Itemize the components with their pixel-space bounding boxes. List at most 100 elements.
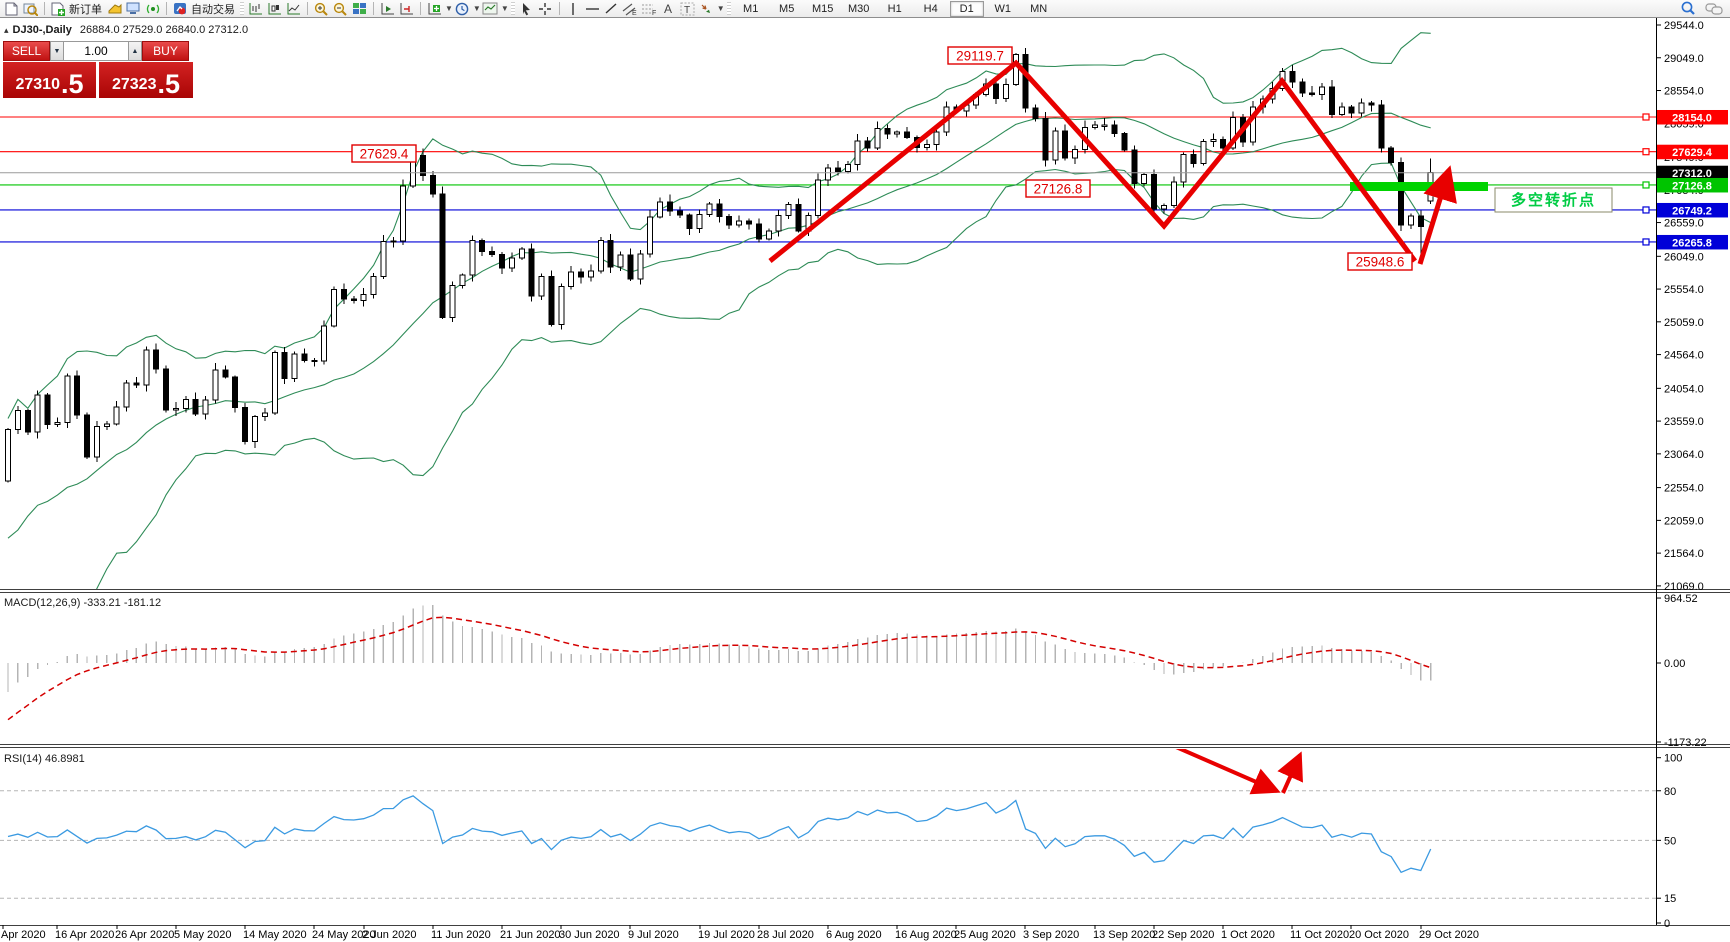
svg-text:26265.8: 26265.8: [1672, 237, 1712, 249]
tile-windows-icon[interactable]: [351, 1, 368, 17]
rsi-trend-arrow-0[interactable]: [1153, 737, 1277, 791]
svg-text:100: 100: [1664, 753, 1682, 765]
one-click-trading-panel: SELL ▼ ▲ BUY 27310.5 27323.5: [3, 41, 193, 98]
volume-increase-button[interactable]: ▲: [128, 41, 142, 61]
svg-text:26049.0: 26049.0: [1664, 251, 1704, 263]
svg-text:22 Sep 2020: 22 Sep 2020: [1152, 929, 1214, 941]
svg-text:27126.8: 27126.8: [1672, 180, 1712, 192]
templates-dropdown-icon[interactable]: [482, 1, 499, 17]
svg-text:26559.0: 26559.0: [1664, 218, 1704, 230]
timeframe-button-M1[interactable]: M1: [734, 1, 768, 17]
chart-surface[interactable]: 29119.727629.427126.825948.6多空转折点29544.0…: [0, 18, 1730, 942]
indicators-dropdown-icon[interactable]: [426, 1, 443, 17]
text-label-icon[interactable]: T: [679, 1, 696, 17]
periods-dropdown-icon[interactable]: [454, 1, 471, 17]
timeframe-button-H1[interactable]: H1: [878, 1, 912, 17]
chart-title: ▴DJ30-,Daily26884.0 27529.0 26840.0 2731…: [4, 24, 248, 36]
autotrading-icon[interactable]: [172, 1, 189, 17]
timeframe-button-M5[interactable]: M5: [770, 1, 804, 17]
terminal-icon[interactable]: [125, 1, 142, 17]
svg-text:23559.0: 23559.0: [1664, 416, 1704, 428]
note-box-text: 多空转折点: [1511, 191, 1596, 209]
rsi-trend-arrow-1[interactable]: [1283, 755, 1300, 793]
volume-input[interactable]: [64, 41, 128, 61]
price-tag-text-1: 27629.4: [360, 147, 409, 162]
equidistant-channel-icon[interactable]: E: [622, 1, 639, 17]
timeframe-button-H4[interactable]: H4: [914, 1, 948, 17]
svg-text:16 Apr 2020: 16 Apr 2020: [55, 929, 114, 941]
svg-text:26 Apr 2020: 26 Apr 2020: [115, 929, 174, 941]
green-highlight-bar[interactable]: [1350, 182, 1488, 191]
profiles-icon[interactable]: [22, 1, 39, 17]
hline-anchor[interactable]: [1643, 207, 1649, 213]
main-price-pane: 29119.727629.427126.825948.6多空转折点: [0, 33, 1656, 661]
rsi-pane: [0, 737, 1656, 898]
svg-text:20 Oct 2020: 20 Oct 2020: [1349, 929, 1409, 941]
signals-icon[interactable]: [144, 1, 161, 17]
svg-text:A: A: [664, 2, 672, 15]
svg-text:14 May 2020: 14 May 2020: [243, 929, 307, 941]
svg-text:24054.0: 24054.0: [1664, 383, 1704, 395]
crosshair-icon[interactable]: [537, 1, 554, 17]
new-order-button[interactable]: 新订单: [69, 1, 102, 17]
timeframe-button-M15[interactable]: M15: [806, 1, 840, 17]
svg-text:22059.0: 22059.0: [1664, 515, 1704, 527]
bid-price-button[interactable]: 27310.5: [3, 62, 96, 98]
svg-text:Apr 2020: Apr 2020: [1, 929, 46, 941]
horizontal-line-icon[interactable]: [584, 1, 601, 17]
indicators-dropdown-arrow[interactable]: ▼: [445, 4, 453, 13]
price-axis: 29544.029049.028554.028059.027549.027054…: [1656, 20, 1728, 930]
trendline-icon[interactable]: [603, 1, 620, 17]
svg-text:11 Oct 2020: 11 Oct 2020: [1290, 929, 1349, 941]
timeframe-button-W1[interactable]: W1: [986, 1, 1020, 17]
hline-anchor[interactable]: [1643, 149, 1649, 155]
ask-price-button[interactable]: 27323.5: [99, 62, 193, 98]
candlestick-chart-icon[interactable]: [266, 1, 283, 17]
hline-anchor[interactable]: [1643, 182, 1649, 188]
svg-text:T: T: [684, 5, 690, 16]
new-order-icon[interactable]: [50, 1, 67, 17]
market-watch-icon[interactable]: [106, 1, 123, 17]
zoom-out-icon[interactable]: [332, 1, 349, 17]
svg-text:21 Jun 2020: 21 Jun 2020: [500, 929, 561, 941]
periods-dropdown-arrow[interactable]: ▼: [473, 4, 481, 13]
svg-text:26749.2: 26749.2: [1672, 205, 1712, 217]
volume-decrease-button[interactable]: ▼: [50, 41, 64, 61]
timeframe-button-MN[interactable]: MN: [1022, 1, 1056, 17]
candles: [6, 48, 1434, 482]
svg-text:19 Jul 2020: 19 Jul 2020: [698, 929, 755, 941]
hline-anchor[interactable]: [1643, 239, 1649, 245]
fibonacci-icon[interactable]: F: [641, 1, 658, 17]
autotrading-button[interactable]: 自动交易: [191, 1, 235, 17]
bollinger-middle: [8, 113, 1431, 538]
auto-scroll-icon[interactable]: [379, 1, 396, 17]
hline-anchor[interactable]: [1643, 114, 1649, 120]
macd-signal-line: [8, 617, 1431, 719]
new-chart-icon[interactable]: [3, 1, 20, 17]
arrows-dropdown-arrow[interactable]: ▼: [717, 4, 725, 13]
timeframe-button-D1[interactable]: D1: [950, 1, 984, 17]
svg-text:22554.0: 22554.0: [1664, 483, 1704, 495]
line-chart-icon[interactable]: [285, 1, 302, 17]
svg-text:28 Jul 2020: 28 Jul 2020: [757, 929, 814, 941]
text-icon[interactable]: A: [660, 1, 677, 17]
arrows-icon[interactable]: [698, 1, 715, 17]
ask-main: 27323: [112, 76, 157, 94]
sell-button[interactable]: SELL: [3, 41, 50, 61]
zoom-in-icon[interactable]: [313, 1, 330, 17]
trend-zigzag-arrow[interactable]: [770, 63, 1415, 261]
svg-text:13 Sep 2020: 13 Sep 2020: [1093, 929, 1155, 941]
panel-collapse-arrow[interactable]: ▴: [4, 25, 9, 35]
search-icon[interactable]: [1679, 1, 1696, 17]
chat-icon[interactable]: [1705, 1, 1723, 17]
bar-chart-icon[interactable]: [247, 1, 264, 17]
cursor-icon[interactable]: [518, 1, 535, 17]
buy-button[interactable]: BUY: [142, 41, 189, 61]
ask-fraction: .5: [157, 74, 180, 94]
svg-text:30 Jun 2020: 30 Jun 2020: [559, 929, 620, 941]
timeframe-button-M30[interactable]: M30: [842, 1, 876, 17]
vertical-line-icon[interactable]: [565, 1, 582, 17]
chart-shift-icon[interactable]: [398, 1, 415, 17]
price-tag-text-0: 29119.7: [956, 49, 1004, 64]
templates-dropdown-arrow[interactable]: ▼: [501, 4, 509, 13]
